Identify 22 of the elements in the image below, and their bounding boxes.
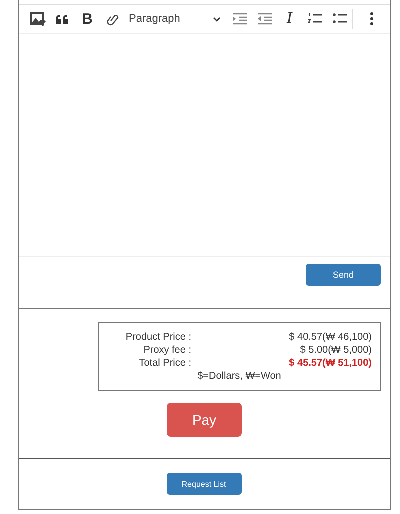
chevron-down-icon — [213, 16, 221, 22]
price-value: $ 45.57(₩ 51,100) — [289, 358, 372, 369]
price-label: Product Price : — [126, 332, 192, 343]
outdent-icon[interactable] — [258, 13, 272, 25]
price-label: Total Price : — [139, 358, 192, 369]
more-icon[interactable] — [370, 12, 374, 26]
currency-legend: $=Dollars, ₩=Won — [198, 371, 282, 382]
price-label: Proxy fee : — [144, 345, 192, 356]
request-list-button[interactable]: Request List — [166, 473, 242, 495]
quote-icon[interactable] — [56, 14, 69, 24]
numbered-list-icon[interactable] — [308, 13, 322, 25]
paragraph-format-dropdown[interactable]: Paragraph — [129, 13, 221, 25]
bulleted-list-icon[interactable] — [332, 13, 346, 25]
italic-button[interactable]: I — [286, 10, 292, 28]
pay-button[interactable]: Pay — [167, 403, 242, 437]
price-value: $ 5.00(₩ 5,000) — [300, 345, 372, 356]
image-upload-icon[interactable] — [30, 12, 46, 26]
price-value: $ 40.57(₩ 46,100) — [289, 332, 372, 343]
bold-button[interactable]: B — [82, 10, 93, 28]
send-button[interactable]: Send — [306, 264, 381, 286]
indent-icon[interactable] — [232, 13, 246, 25]
link-icon[interactable] — [106, 12, 119, 26]
